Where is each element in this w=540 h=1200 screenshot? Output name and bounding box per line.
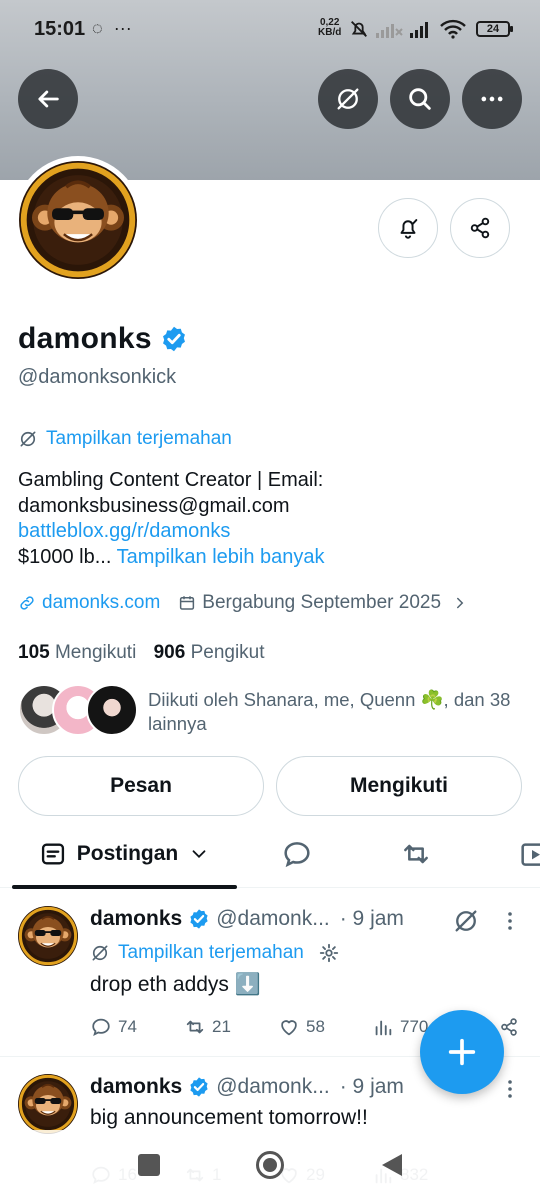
battery-indicator: 24 xyxy=(476,21,513,37)
tweet-more-icon[interactable] xyxy=(500,1077,520,1101)
share-icon xyxy=(470,217,490,239)
status-bar: 15:01 ◌ ··· 0,22 KB/d 24 xyxy=(0,0,540,58)
translate-label: Tampilkan terjemahan xyxy=(46,428,232,449)
tweet-time: · 9 jam xyxy=(339,1075,404,1098)
tab-media[interactable] xyxy=(520,838,540,870)
tweet-translate-link[interactable]: Tampilkan terjemahan xyxy=(90,942,340,964)
profile-avatar[interactable] xyxy=(14,156,142,284)
profile-handle: @damonksonkick xyxy=(18,366,177,388)
notifications-button[interactable] xyxy=(378,198,438,258)
tab-posts[interactable]: Postingan xyxy=(12,820,237,889)
translate-button[interactable] xyxy=(318,69,378,129)
tweet-author-handle: @damonk... xyxy=(216,1075,330,1098)
chevron-right-icon[interactable] xyxy=(451,594,469,612)
search-button[interactable] xyxy=(390,69,450,129)
reply-icon xyxy=(92,1018,110,1036)
tweet-author-handle: @damonk... xyxy=(216,907,330,930)
status-left-icons: ◌ ··· xyxy=(92,18,132,39)
home-button[interactable] xyxy=(256,1151,284,1179)
share-profile-button[interactable] xyxy=(450,198,510,258)
more-dots-icon: ··· xyxy=(113,18,132,38)
profile-tabs: Postingan xyxy=(0,820,540,889)
verified-badge-icon[interactable] xyxy=(160,325,188,353)
more-options-button[interactable] xyxy=(462,69,522,129)
chat-bubble-icon: ◌ xyxy=(92,18,103,38)
show-translation-link[interactable]: Tampilkan terjemahan xyxy=(18,428,232,450)
wifi-icon xyxy=(440,19,466,39)
tweet-author-name[interactable]: damonks xyxy=(90,1075,182,1099)
recents-button[interactable] xyxy=(138,1154,160,1176)
search-icon xyxy=(409,88,431,110)
translate-icon xyxy=(18,429,38,449)
system-nav-bar xyxy=(0,1130,540,1200)
display-name: damonks xyxy=(18,322,152,355)
show-more-link[interactable]: Tampilkan lebih banyak xyxy=(117,546,325,568)
verified-badge-icon xyxy=(188,1076,210,1098)
plus-icon xyxy=(448,1038,476,1066)
tab-reposts[interactable] xyxy=(400,838,432,870)
like-button[interactable]: 58 xyxy=(278,1016,372,1038)
back-button[interactable] xyxy=(18,69,78,129)
tab-posts-label: Postingan xyxy=(76,842,179,865)
home-dot xyxy=(263,1158,277,1172)
profile-name-row: damonks xyxy=(18,322,188,356)
bell-check-icon xyxy=(400,219,418,239)
compose-button[interactable] xyxy=(420,1010,504,1094)
back-arrow-icon xyxy=(38,90,59,108)
bell-off-icon xyxy=(351,21,367,37)
translate-icon xyxy=(90,943,110,963)
profile-meta: damonks.com Bergabung September 2025 xyxy=(18,592,469,614)
retweet-button[interactable]: 21 xyxy=(184,1016,278,1038)
grok-translate-icon[interactable] xyxy=(452,907,480,935)
avatar-image xyxy=(19,161,137,279)
profile-bio: Gambling Content Creator | Email: damonk… xyxy=(18,468,518,570)
tweet-actions: 74 21 58 770 xyxy=(90,1016,466,1038)
retweet-icon xyxy=(186,1020,204,1034)
signal-x-icon xyxy=(376,24,403,38)
tweet-more-icon[interactable] xyxy=(500,909,520,933)
tweet-header: damonks @damonk... · 9 jam xyxy=(90,907,404,931)
like-icon xyxy=(281,1020,297,1036)
post-list-icon xyxy=(41,843,64,865)
following-button[interactable]: Mengikuti xyxy=(276,756,522,816)
gear-icon[interactable] xyxy=(318,942,340,964)
bio-truncated: $1000 lb... xyxy=(18,545,112,568)
reply-button[interactable]: 74 xyxy=(90,1016,184,1038)
following-stat[interactable]: 105 Mengikuti xyxy=(18,642,136,663)
message-button[interactable]: Pesan xyxy=(18,756,264,816)
tweet-author-name[interactable]: damonks xyxy=(90,907,182,931)
joined-date: Bergabung September 2025 xyxy=(202,592,442,613)
translate-icon xyxy=(334,85,362,113)
link-icon xyxy=(20,596,34,610)
website-link[interactable]: damonks.com xyxy=(42,592,160,614)
signal-icon xyxy=(410,22,428,38)
calendar-icon xyxy=(180,596,195,610)
more-icon xyxy=(481,96,503,102)
status-right-icons: 24 xyxy=(348,16,513,42)
verified-badge-icon xyxy=(188,908,210,930)
back-nav-button[interactable] xyxy=(380,1152,404,1178)
tweet-avatar[interactable] xyxy=(18,1074,78,1134)
bio-link[interactable]: battleblox.gg/r/damonks xyxy=(18,519,518,545)
tweet-avatar[interactable] xyxy=(18,906,78,966)
net-speed: 0,22 KB/d xyxy=(318,17,342,38)
followers-stat[interactable]: 906 Pengikut xyxy=(154,642,265,663)
chevron-down-icon xyxy=(192,850,206,859)
bio-line-2: damonksbusiness@gmail.com xyxy=(18,494,290,517)
followed-by-text[interactable]: Diikuti oleh Shanara, me, Quenn ☘️, dan … xyxy=(148,688,528,736)
tweet-header: damonks @damonk... · 9 jam xyxy=(90,1075,404,1099)
views-icon xyxy=(375,1020,392,1036)
tweet-translate-label: Tampilkan terjemahan xyxy=(118,942,304,963)
tweet-text: big announcement tomorrow!! xyxy=(90,1106,368,1129)
avatar xyxy=(86,684,138,736)
tweet-time: · 9 jam xyxy=(339,907,404,930)
follow-stats: 105 Mengikuti 906 Pengikut xyxy=(18,642,265,664)
status-time: 15:01 xyxy=(34,18,86,40)
tab-replies[interactable] xyxy=(281,838,313,870)
bio-line-1: Gambling Content Creator | Email: xyxy=(18,469,324,491)
mutual-followers-avatars[interactable] xyxy=(18,684,140,740)
tweet-text: drop eth addys ⬇️ xyxy=(90,973,261,996)
share-icon[interactable] xyxy=(498,1016,520,1038)
